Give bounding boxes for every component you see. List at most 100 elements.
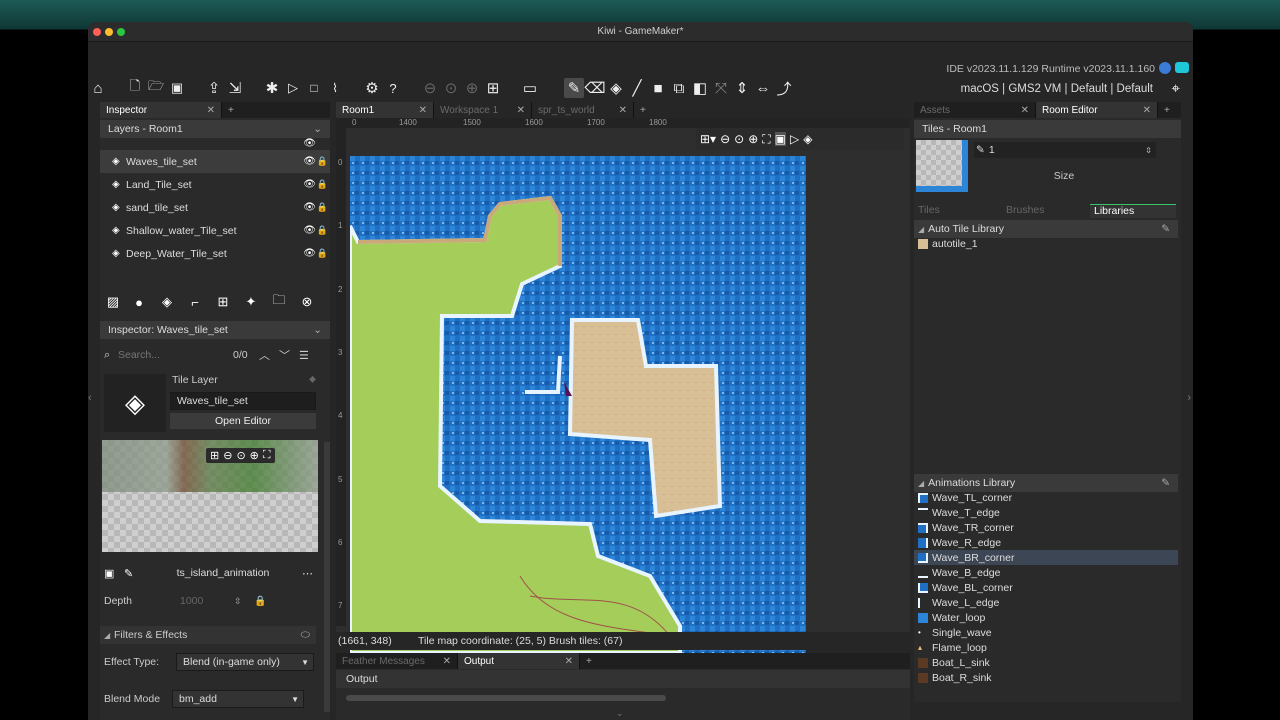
close-icon[interactable]: ✕ bbox=[613, 105, 627, 116]
close-icon[interactable]: ✕ bbox=[201, 105, 215, 116]
tab-assets[interactable]: Assets ✕ bbox=[914, 102, 1036, 118]
target-config[interactable]: macOS | GMS2 VM | Default | Default bbox=[961, 83, 1153, 95]
list-item[interactable]: Water_loop bbox=[914, 610, 1178, 625]
close-icon[interactable]: ✕ bbox=[559, 656, 573, 667]
layer-row[interactable]: ◈ Land_Tile_set 👁 🔒 bbox=[100, 173, 330, 196]
fit-icon[interactable]: ⛶ bbox=[762, 132, 770, 147]
create-executable-icon[interactable]: ⇲ bbox=[225, 78, 245, 98]
list-item[interactable]: ▴ Flame_loop bbox=[914, 640, 1178, 655]
eraser-tool-icon[interactable]: ⌫ bbox=[584, 78, 605, 98]
search-input[interactable]: Search... bbox=[118, 349, 233, 361]
depth-field[interactable]: 1000 bbox=[174, 592, 234, 610]
subtab-brushes[interactable]: Brushes bbox=[1002, 204, 1090, 218]
tile-layer-add-icon[interactable]: ◈ bbox=[156, 291, 178, 313]
close-icon[interactable]: ✕ bbox=[1137, 105, 1151, 116]
close-icon[interactable]: ✕ bbox=[413, 105, 427, 116]
list-item[interactable]: Wave_R_edge bbox=[914, 535, 1178, 550]
stepper-icon[interactable]: ⇳ bbox=[1145, 146, 1152, 155]
tab-room1[interactable]: Room1 ✕ bbox=[336, 102, 434, 118]
close-icon[interactable]: ✕ bbox=[511, 105, 525, 116]
list-item[interactable]: Wave_T_edge bbox=[914, 505, 1178, 520]
target-settings-icon[interactable]: ⌖ bbox=[1172, 80, 1180, 97]
add-tab-button[interactable]: + bbox=[634, 102, 652, 118]
layers-icon[interactable]: ◈ bbox=[803, 132, 812, 146]
list-item[interactable]: autotile_1 bbox=[914, 236, 1178, 251]
layer-row[interactable]: ◈ Shallow_water_Tile_set 👁 🔒 bbox=[100, 219, 330, 242]
open-folder-icon[interactable]: 🗁 bbox=[146, 78, 166, 98]
list-item[interactable]: Wave_TL_corner bbox=[914, 490, 1178, 505]
new-file-icon[interactable]: 🗋 bbox=[125, 78, 145, 98]
inspector-header[interactable]: Inspector: Waves_tile_set ⌄ bbox=[100, 321, 330, 339]
effect-layer-icon[interactable]: ✦ bbox=[240, 291, 262, 313]
collapse-bottom-icon[interactable]: ⌄ bbox=[616, 708, 624, 719]
instance-layer-icon[interactable]: ● bbox=[128, 291, 150, 313]
brush-size-field[interactable]: ✎ 1 ⇳ bbox=[974, 142, 1156, 158]
zoom-out-icon[interactable]: ⊖ bbox=[720, 132, 730, 146]
tab-workspace[interactable]: Workspace 1 ✕ bbox=[434, 102, 532, 118]
list-item[interactable]: Boat_R_sink bbox=[914, 670, 1178, 685]
stop-icon[interactable]: □ bbox=[304, 78, 324, 98]
flip-vertical-icon[interactable]: ⇕ bbox=[732, 78, 752, 98]
fit-icon[interactable]: ⛶ bbox=[263, 449, 271, 462]
tag-icon[interactable]: ⬥ bbox=[309, 374, 316, 385]
account-icon[interactable] bbox=[1159, 62, 1171, 74]
zoom-out-icon[interactable]: ⊖ bbox=[420, 78, 440, 98]
add-tab-button[interactable]: + bbox=[580, 653, 598, 669]
eye-icon[interactable]: 👁 bbox=[303, 156, 316, 167]
tab-output[interactable]: Output ✕ bbox=[458, 653, 580, 669]
delete-layer-icon[interactable]: ⊗ bbox=[296, 291, 318, 313]
path-layer-icon[interactable]: ⌐ bbox=[184, 291, 206, 313]
zoom-in-icon[interactable]: ⊕ bbox=[250, 449, 259, 462]
layer-row[interactable]: ◈ Waves_tile_set 👁 🔒 bbox=[100, 150, 330, 173]
pencil-tool-icon[interactable]: ✎ bbox=[564, 78, 584, 98]
save-icon[interactable]: ▣ bbox=[167, 78, 187, 98]
clean-icon[interactable]: ⌇ bbox=[325, 78, 345, 98]
chevron-up-icon[interactable]: ︿ bbox=[259, 347, 279, 363]
background-layer-icon[interactable]: ▨ bbox=[102, 291, 124, 313]
fill-tool-icon[interactable]: ◈ bbox=[606, 78, 626, 98]
grid-icon[interactable]: ⊞ bbox=[210, 449, 219, 462]
visibility-icon[interactable]: ⬭ bbox=[301, 629, 310, 642]
chevron-down-icon[interactable]: ﹀ bbox=[279, 347, 299, 363]
zoom-reset-icon[interactable]: ⊙ bbox=[236, 449, 245, 462]
list-item-selected[interactable]: Wave_BR_corner bbox=[914, 550, 1178, 565]
tab-feather[interactable]: Feather Messages ✕ bbox=[336, 653, 458, 669]
edit-icon[interactable]: ✎ bbox=[124, 567, 144, 580]
room-canvas[interactable] bbox=[350, 156, 806, 653]
window-layout-icon[interactable]: ▭ bbox=[520, 78, 540, 98]
folder-add-icon[interactable]: 🗀 bbox=[268, 291, 290, 313]
collapse-left-icon[interactable]: ‹ bbox=[88, 392, 92, 404]
menu-icon[interactable]: ☰ bbox=[299, 349, 313, 362]
list-item[interactable]: Wave_BL_corner bbox=[914, 580, 1178, 595]
rectangle-tool-icon[interactable]: ■ bbox=[648, 78, 668, 98]
eye-icon[interactable]: 👁 bbox=[303, 179, 316, 190]
list-item[interactable]: Wave_L_edge bbox=[914, 595, 1178, 610]
lock-icon[interactable]: 🔒 bbox=[317, 248, 328, 259]
chat-icon[interactable] bbox=[1175, 62, 1189, 73]
tab-inspector[interactable]: Inspector ✕ bbox=[100, 102, 222, 118]
asset-layer-icon[interactable]: ⊞ bbox=[212, 291, 234, 313]
add-tab-button[interactable]: + bbox=[1158, 102, 1176, 118]
eye-icon[interactable]: 👁 bbox=[303, 138, 316, 149]
subtab-libraries[interactable]: Libraries bbox=[1090, 204, 1176, 218]
tileset-asset-icon[interactable]: ▣ bbox=[104, 567, 124, 580]
layer-row[interactable]: ◈ Deep_Water_Tile_set 👁 🔒 bbox=[100, 242, 330, 265]
zoom-in-icon[interactable]: ⊕ bbox=[462, 78, 482, 98]
workspace-icon[interactable]: ⊞ bbox=[483, 78, 503, 98]
tab-room-editor[interactable]: Room Editor ✕ bbox=[1036, 102, 1158, 118]
settings-icon[interactable]: ⚙ bbox=[362, 78, 382, 98]
help-icon[interactable]: ? bbox=[383, 78, 403, 98]
zoom-reset-icon[interactable]: ⊙ bbox=[441, 78, 461, 98]
tab-sprite[interactable]: spr_ts_world ✕ bbox=[532, 102, 634, 118]
picker-tool-icon[interactable]: ◧ bbox=[690, 78, 710, 98]
edit-icon[interactable]: ✎ bbox=[1161, 477, 1170, 489]
list-item[interactable]: Boat_L_sink bbox=[914, 655, 1178, 670]
eye-icon[interactable]: 👁 bbox=[303, 225, 316, 236]
layer-name-field[interactable]: Waves_tile_set bbox=[170, 392, 316, 410]
select-tool-icon[interactable]: ⧉ bbox=[669, 78, 689, 98]
stepper-icon[interactable]: ⇳ bbox=[234, 596, 254, 607]
open-editor-button[interactable]: Open Editor bbox=[170, 413, 316, 429]
flip-horizontal-icon[interactable]: ⇔ bbox=[753, 78, 773, 98]
debug-icon[interactable]: ✱ bbox=[262, 78, 282, 98]
eye-icon[interactable]: 👁 bbox=[303, 202, 316, 213]
